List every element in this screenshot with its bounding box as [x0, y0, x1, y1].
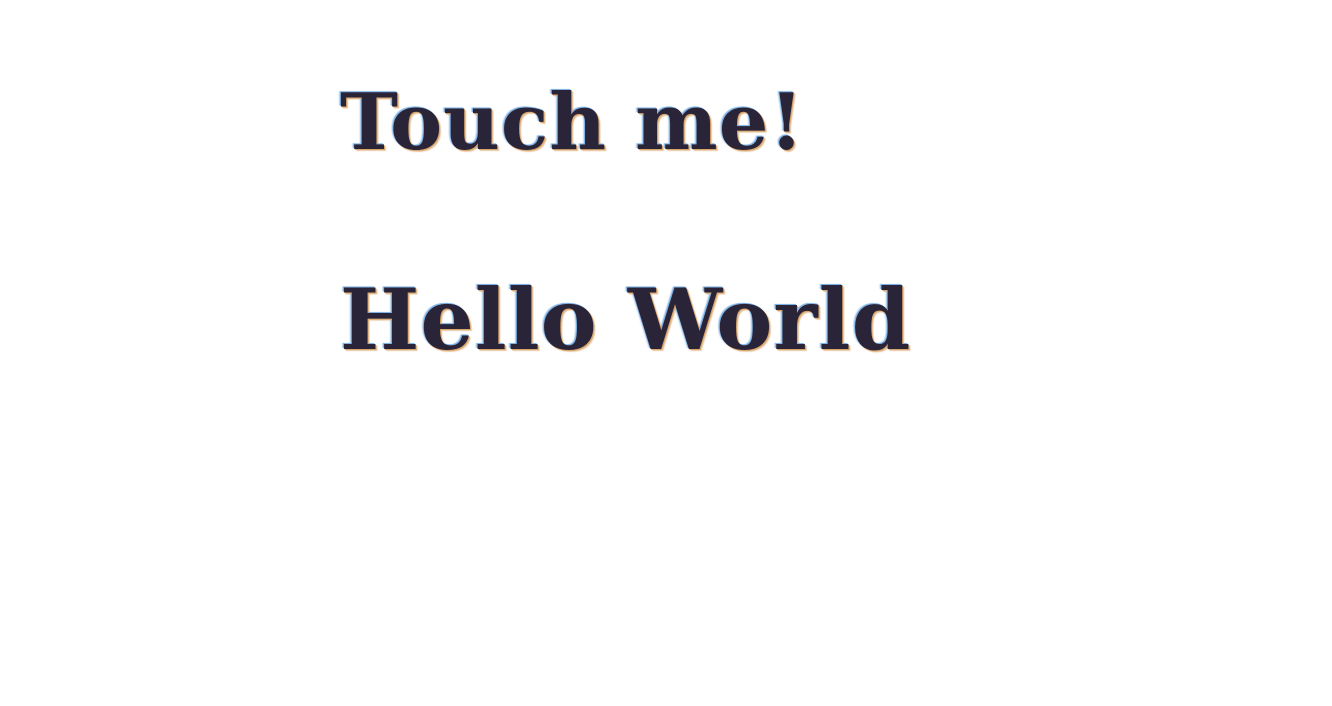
page-canvas: Touch me! Hello World	[0, 0, 1332, 706]
hello-world-text: Hello World	[340, 270, 912, 369]
touch-me-text[interactable]: Touch me!	[340, 84, 805, 162]
